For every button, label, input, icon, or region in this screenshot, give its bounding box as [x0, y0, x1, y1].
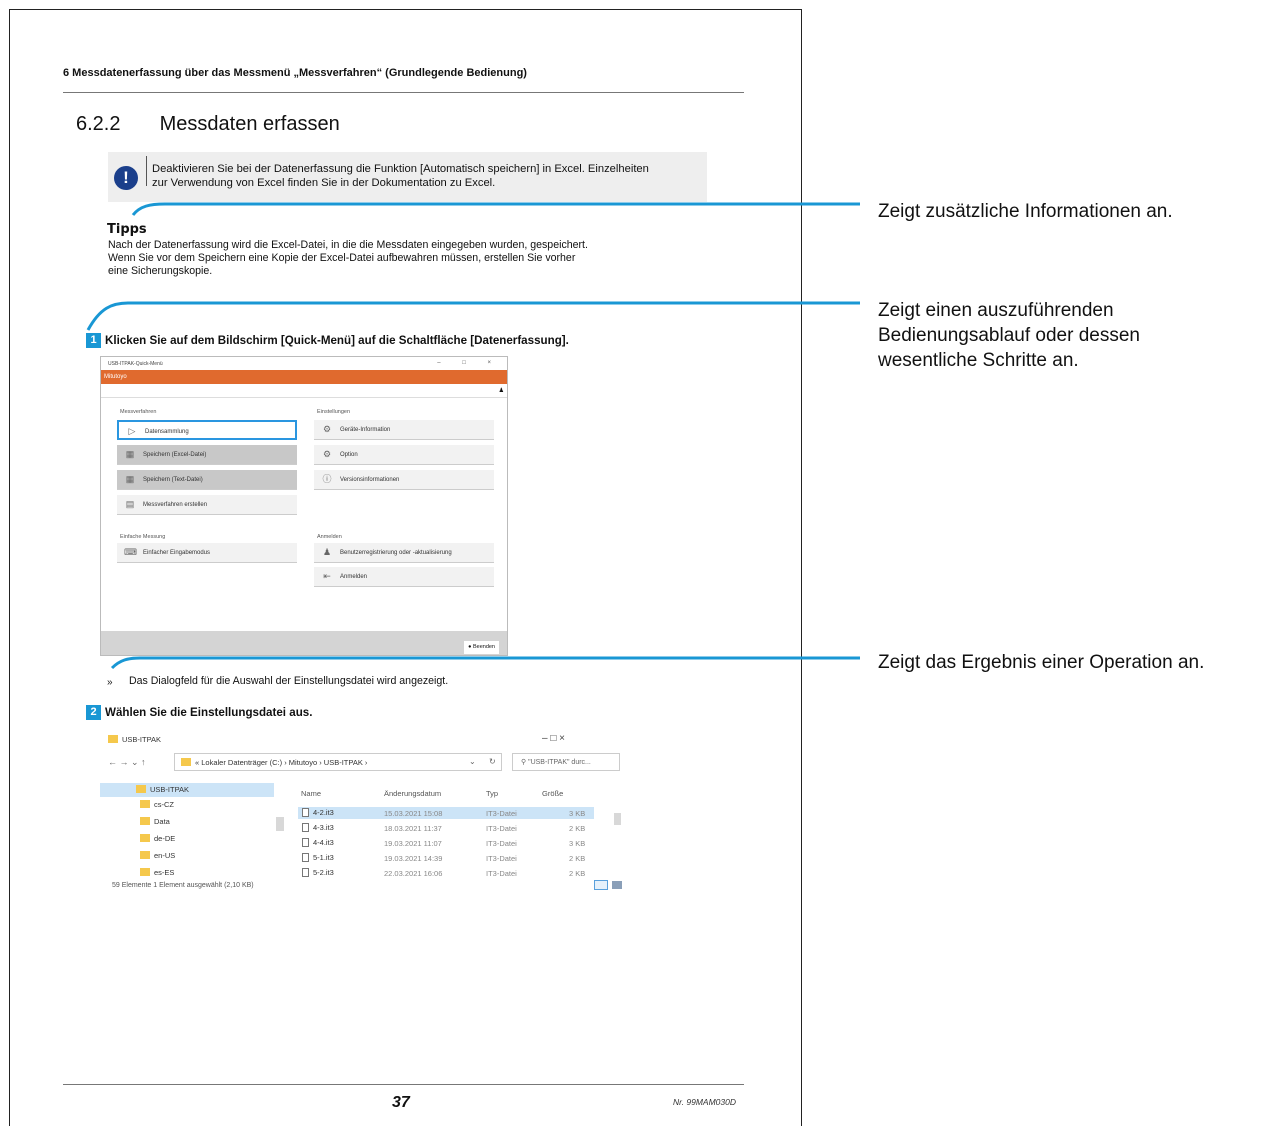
- callout-line: [131, 202, 860, 216]
- callout-line-text: Zeigt einen auszuführenden: [878, 300, 1114, 321]
- callout-result: Zeigt das Ergebnis einer Operation an.: [878, 652, 1205, 673]
- callout-supplementary-info: Zeigt zusätzliche Informationen an.: [878, 201, 1173, 222]
- callout-line: [86, 301, 860, 331]
- callout-procedure: Zeigt einen auszuführenden Bedienungsabl…: [878, 298, 1140, 373]
- callout-line-text: wesentliche Schritte an.: [878, 350, 1079, 371]
- footer-rule: [63, 1084, 744, 1085]
- document-number: Nr. 99MAM030D: [673, 1097, 736, 1107]
- callout-line-text: Bedienungsablauf oder dessen: [878, 325, 1140, 346]
- callout-line: [110, 656, 860, 670]
- page-number: 37: [392, 1094, 410, 1111]
- callout-lines: [86, 202, 860, 670]
